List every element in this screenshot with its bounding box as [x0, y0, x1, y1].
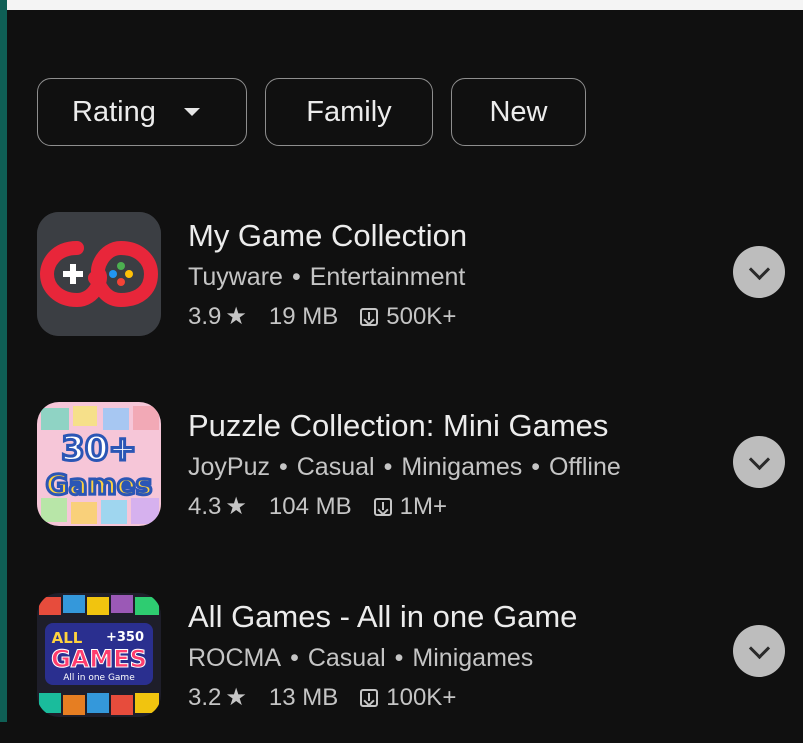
filter-chip-label: Family [306, 95, 392, 128]
app-title: Puzzle Collection: Mini Games [188, 408, 609, 443]
star-icon: ★ [225, 303, 247, 330]
filter-chip-label: Rating [72, 95, 156, 128]
bullet-separator: • [278, 453, 288, 481]
bullet-separator: • [531, 453, 540, 481]
controller-infinity-icon [37, 212, 161, 336]
filter-chip-family[interactable]: Family [265, 78, 433, 146]
app-stats: 4.3 ★ 104 MB 1M+ [188, 492, 621, 522]
expand-button[interactable] [733, 625, 785, 677]
bullet-separator: • [383, 453, 393, 481]
filter-chips: Rating Family New [37, 78, 586, 146]
app-meta: JoyPuz • Casual • Minigames • Offline [188, 452, 621, 482]
app-meta: Tuyware • Entertainment [188, 262, 467, 292]
bullet-separator: • [394, 644, 404, 672]
app-rating: 3.9 [188, 303, 222, 330]
app-size: 104 MB [268, 493, 352, 520]
app-tag: Minigames [401, 453, 523, 481]
star-icon: ★ [225, 493, 247, 520]
filter-chip-label: New [489, 95, 548, 128]
all-games-icon: ALL +350 GAMES All in one Game [37, 593, 161, 717]
download-icon [360, 689, 379, 707]
top-bar [7, 0, 803, 10]
app-info: Puzzle Collection: Mini Games JoyPuz • Cas… [188, 406, 621, 522]
app-list-item[interactable]: My Game Collection Tuyware • Entertainment… [0, 212, 803, 362]
app-rating: 3.2 [188, 684, 222, 711]
icon-text: All in one Game [63, 673, 135, 683]
icon-text: 30+ [61, 429, 137, 469]
chevron-down-icon [748, 637, 770, 659]
download-icon [373, 498, 392, 516]
chevron-down-icon [748, 448, 770, 470]
expand-button[interactable] [733, 246, 785, 298]
star-icon: ★ [225, 684, 247, 711]
dropdown-caret-icon [183, 108, 200, 116]
app-tag: Entertainment [309, 263, 466, 291]
download-icon [360, 308, 379, 326]
app-downloads: 100K+ [386, 684, 457, 711]
app-stats: 3.9 ★ 19 MB 500K+ [188, 302, 467, 332]
app-meta: ROCMA • Casual • Minigames [188, 643, 577, 673]
app-size: 13 MB [268, 684, 339, 711]
app-size: 19 MB [268, 303, 339, 330]
app-title: All Games - All in one Game [188, 599, 578, 634]
bullet-separator: • [290, 644, 299, 672]
app-tag: Offline [548, 453, 621, 481]
app-tag: Casual [296, 453, 375, 481]
app-rating: 4.3 [188, 493, 222, 520]
app-developer: Tuyware [188, 263, 283, 291]
app-developer: ROCMA [188, 644, 282, 672]
filter-chip-rating[interactable]: Rating [37, 78, 247, 146]
bullet-separator: • [291, 263, 301, 291]
icon-text: Games [46, 468, 153, 501]
app-list-item[interactable]: 30+ Games Puzzle Collection: Mini Games … [0, 402, 803, 552]
app-title: My Game Collection [188, 218, 468, 253]
app-tag: Casual [307, 644, 386, 672]
app-info: All Games - All in one Game ROCMA • Casual… [188, 597, 577, 713]
app-tag: Minigames [412, 644, 534, 672]
app-stats: 3.2 ★ 13 MB 100K+ [188, 683, 577, 713]
expand-button[interactable] [733, 436, 785, 488]
app-info: My Game Collection Tuyware • Entertainment… [188, 216, 467, 332]
filter-chip-new[interactable]: New [451, 78, 586, 146]
app-list-item[interactable]: ALL +350 GAMES All in one Game All Games… [0, 593, 803, 743]
icon-text: GAMES [51, 645, 147, 673]
30-games-icon: 30+ Games [37, 402, 161, 526]
chevron-down-icon [748, 258, 770, 280]
app-downloads: 1M+ [399, 493, 447, 520]
app-developer: JoyPuz [188, 453, 270, 481]
icon-text: +350 [106, 630, 144, 645]
app-downloads: 500K+ [386, 303, 457, 330]
